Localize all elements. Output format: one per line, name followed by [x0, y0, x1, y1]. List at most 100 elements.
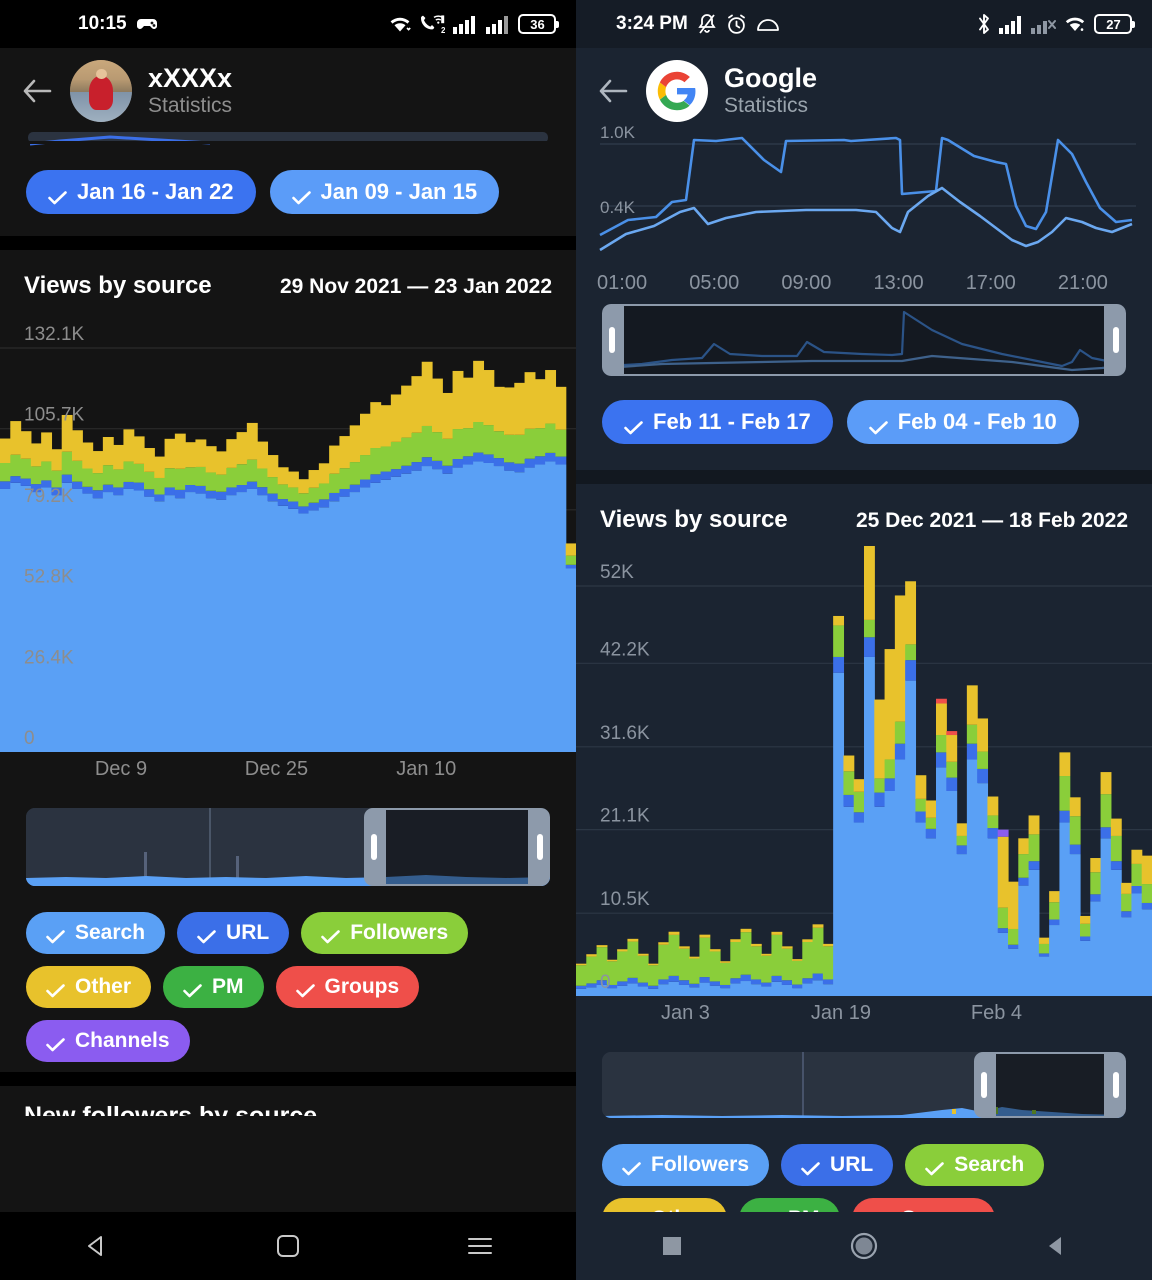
- google-logo-icon: [657, 71, 696, 111]
- source-chip-search[interactable]: Search: [905, 1144, 1045, 1186]
- source-chip-label: Other: [75, 975, 132, 998]
- next-section-title: New followers by source: [24, 1102, 318, 1116]
- date-chip-1[interactable]: Feb 04 - Feb 10: [846, 400, 1079, 444]
- scrubber-window[interactable]: [974, 1052, 1126, 1118]
- scrubber-window[interactable]: [363, 808, 550, 886]
- source-chip-url[interactable]: URL: [781, 1144, 894, 1186]
- right-top-scrubber[interactable]: [602, 304, 1126, 376]
- back-triangle-icon[interactable]: [74, 1224, 118, 1268]
- bluetooth-icon: [976, 13, 992, 35]
- wifi-icon: [1063, 14, 1087, 34]
- right-chart-x-axis: Jan 3 Jan 19 Feb 4: [576, 996, 1152, 1038]
- source-chip-pm[interactable]: PM: [163, 966, 264, 1008]
- check-icon: [868, 415, 888, 435]
- source-chip-followers[interactable]: Followers: [301, 912, 469, 954]
- right-chart-scrubber[interactable]: [602, 1052, 1126, 1118]
- source-chip-label: PM: [212, 975, 244, 998]
- x-tick-label: 09:00: [781, 272, 832, 294]
- left-source-chip-row: Search URL Followers Other PM Groups Cha…: [0, 886, 520, 1072]
- back-triangle-icon[interactable]: [1034, 1224, 1078, 1268]
- card-date-range: 29 Nov 2021 — 23 Jan 2022: [279, 275, 552, 298]
- recents-menu-icon[interactable]: [458, 1224, 502, 1268]
- svg-text:52K: 52K: [600, 562, 634, 583]
- source-chip-label: Search: [954, 1153, 1025, 1176]
- back-arrow-icon[interactable]: [596, 74, 630, 108]
- check-icon: [48, 185, 67, 205]
- section-divider: [0, 236, 576, 250]
- right-views-by-source-card: Views by source 25 Dec 2021 — 18 Feb 202…: [576, 484, 1152, 1118]
- cloud-icon: [756, 16, 780, 32]
- source-chip-followers[interactable]: Followers: [602, 1144, 770, 1186]
- status-time: 10:15: [78, 13, 127, 34]
- date-chip-0[interactable]: Feb 11 - Feb 17: [602, 400, 833, 444]
- left-chart-x-axis: Dec 9 Dec 25 Jan 10: [0, 752, 576, 794]
- check-icon: [801, 1158, 820, 1176]
- check-icon: [197, 926, 216, 944]
- x-tick-label: Jan 3: [660, 1002, 710, 1024]
- source-chip-search[interactable]: Search: [26, 912, 166, 954]
- date-chip-label: Feb 04 - Feb 10: [897, 409, 1057, 434]
- check-icon: [46, 1034, 65, 1052]
- signal-off-icon: [1031, 15, 1056, 34]
- svg-text:26.4K: 26.4K: [24, 647, 74, 668]
- check-icon: [183, 980, 202, 998]
- section-divider-2: [0, 1072, 576, 1086]
- check-icon: [295, 980, 315, 998]
- scrubber-window[interactable]: [602, 304, 1126, 376]
- right-nav-bar: [576, 1212, 1152, 1280]
- page-title: Google: [724, 62, 817, 93]
- right-top-chart-x-axis: 01:00 05:00 09:00 13:00 17:00 21:00: [576, 266, 1152, 308]
- check-icon: [291, 185, 311, 205]
- date-chip-label: Jan 16 - Jan 22: [77, 179, 234, 204]
- x-tick-label: Dec 25: [244, 758, 309, 780]
- svg-text:132.1K: 132.1K: [24, 324, 85, 345]
- svg-text:2: 2: [441, 26, 445, 35]
- dual-phone-screenshot: 10:15 2 36 xXXXx Statistics Jan 16 - Jan…: [0, 0, 1152, 1280]
- source-chip-label: URL: [830, 1153, 874, 1176]
- svg-text:105.7K: 105.7K: [24, 405, 85, 426]
- home-square-icon[interactable]: [266, 1224, 310, 1268]
- battery-icon: 27: [1094, 14, 1135, 34]
- source-chip-label: Followers: [350, 921, 449, 944]
- x-tick-label: 01:00: [597, 272, 648, 294]
- avatar[interactable]: [70, 60, 132, 122]
- home-circle-icon[interactable]: [842, 1224, 886, 1268]
- vowifi-icon: 2: [419, 14, 445, 35]
- left-date-chip-row: Jan 16 - Jan 22 Jan 09 - Jan 15: [0, 154, 576, 236]
- check-icon: [46, 926, 65, 944]
- game-controller-icon: [136, 16, 158, 32]
- right-stacked-chart[interactable]: 52K 42.2K 31.6K 21.1K 10.5K 0: [576, 546, 1152, 996]
- source-chip-label: Channels: [75, 1029, 170, 1052]
- back-arrow-icon[interactable]: [20, 74, 54, 108]
- check-icon: [925, 1158, 945, 1176]
- source-chip-label: Followers: [651, 1153, 750, 1176]
- source-chip-label: Search: [75, 921, 146, 944]
- left-status-bar: 10:15 2 36: [0, 0, 576, 48]
- source-chip-other[interactable]: Other: [26, 966, 152, 1008]
- avatar[interactable]: [646, 60, 708, 122]
- x-tick-label: 05:00: [689, 272, 740, 294]
- section-divider: [576, 470, 1152, 484]
- card-header: Views by source 29 Nov 2021 — 23 Jan 202…: [0, 250, 576, 312]
- right-top-line-chart[interactable]: 1.0K 0.4K: [576, 116, 1152, 266]
- source-chip-groups[interactable]: Groups: [275, 966, 420, 1008]
- x-tick-label: 17:00: [965, 272, 1016, 294]
- x-tick-label: Dec 9: [94, 758, 148, 780]
- date-chip-0[interactable]: Jan 16 - Jan 22: [26, 170, 256, 214]
- right-status-bar: 3:24 PM 27: [576, 0, 1152, 48]
- recents-square-icon[interactable]: [650, 1224, 694, 1268]
- source-chip-label: Groups: [324, 975, 400, 998]
- left-chart-scrubber[interactable]: [26, 808, 550, 886]
- svg-text:21.1K: 21.1K: [600, 806, 650, 827]
- x-tick-label: Feb 4: [970, 1002, 1023, 1024]
- right-app-bar: Google Statistics: [576, 48, 1152, 122]
- signal-bars-icon: [452, 15, 478, 34]
- alarm-icon: [726, 14, 747, 35]
- previous-chart-scrubber-remnant[interactable]: [0, 132, 576, 154]
- left-stacked-chart[interactable]: 132.1K 105.7K 79.2K 52.8K 26.4K 0: [0, 312, 576, 752]
- source-chip-channels[interactable]: Channels: [26, 1020, 190, 1062]
- signal-bars-2-icon: [485, 15, 511, 34]
- left-phone-panel: 10:15 2 36 xXXXx Statistics Jan 16 - Jan…: [0, 0, 576, 1280]
- date-chip-1[interactable]: Jan 09 - Jan 15: [269, 170, 500, 214]
- source-chip-url[interactable]: URL: [177, 912, 290, 954]
